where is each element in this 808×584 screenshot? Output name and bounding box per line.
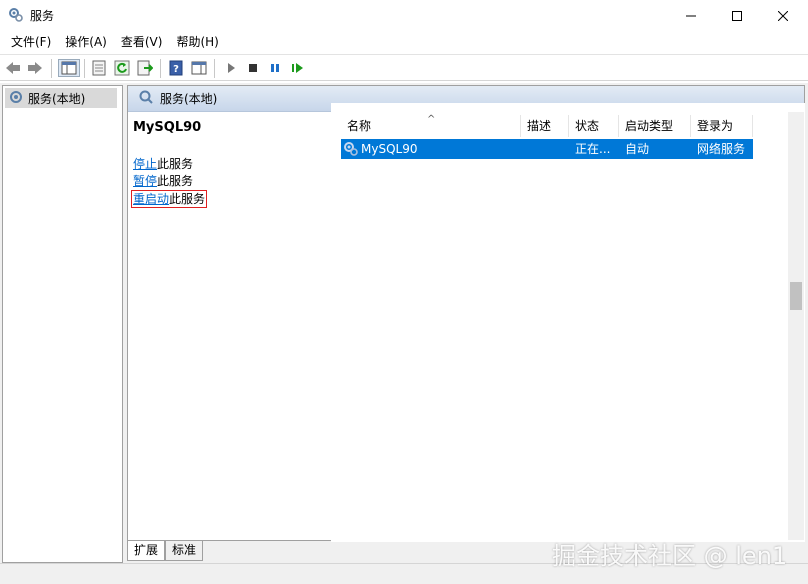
tab-standard[interactable]: 标准 bbox=[165, 541, 204, 561]
action-pause: 暂停此服务 bbox=[133, 174, 194, 188]
show-tree-icon[interactable] bbox=[58, 59, 80, 77]
selected-service-name: MySQL90 bbox=[133, 120, 202, 135]
console-tree: 服务(本地) bbox=[2, 85, 123, 563]
menu-action[interactable]: 操作(A) bbox=[58, 31, 114, 53]
column-description[interactable]: 描述 bbox=[521, 115, 569, 137]
menu-bar: 文件(F) 操作(A) 查看(V) 帮助(H) bbox=[0, 31, 808, 53]
menu-file[interactable]: 文件(F) bbox=[4, 31, 58, 53]
back-arrow-icon[interactable] bbox=[4, 59, 22, 77]
vertical-scrollbar[interactable] bbox=[788, 112, 804, 540]
menu-help[interactable]: 帮助(H) bbox=[169, 31, 225, 53]
column-startup-type[interactable]: 启动类型 bbox=[619, 115, 691, 137]
action-pane-icon[interactable] bbox=[190, 59, 208, 77]
column-name[interactable]: ^ 名称 bbox=[341, 114, 521, 137]
scrollbar-thumb[interactable] bbox=[790, 282, 802, 310]
stop-service-link[interactable]: 停止 bbox=[133, 157, 157, 171]
menu-view[interactable]: 查看(V) bbox=[114, 31, 170, 53]
row-service-name: MySQL90 bbox=[361, 142, 418, 156]
tree-item-services-local[interactable]: 服务(本地) bbox=[5, 88, 117, 108]
pause-service-link[interactable]: 暂停 bbox=[133, 174, 157, 188]
column-status[interactable]: 状态 bbox=[569, 115, 619, 137]
service-gear-icon bbox=[343, 141, 359, 159]
watermark: 掘金技术社区 @ len1 bbox=[552, 542, 788, 570]
row-description bbox=[521, 139, 569, 159]
services-gear-icon bbox=[8, 89, 24, 108]
row-startup-type: 自动 bbox=[625, 142, 650, 156]
tab-extended[interactable]: 扩展 bbox=[127, 541, 166, 561]
tree-item-label: 服务(本地) bbox=[28, 91, 86, 106]
close-button[interactable] bbox=[760, 0, 806, 31]
maximize-button[interactable] bbox=[714, 0, 760, 31]
action-stop: 停止此服务 bbox=[133, 157, 194, 171]
toolbar: ? bbox=[0, 54, 808, 81]
export-list-icon[interactable] bbox=[136, 59, 154, 77]
services-list: ^ 名称 描述 状态 启动类型 登录为 MySQL90 正在... 自动 网络服… bbox=[331, 103, 805, 542]
sort-ascending-icon: ^ bbox=[427, 114, 436, 125]
start-service-icon[interactable] bbox=[222, 59, 240, 77]
table-row[interactable]: MySQL90 正在... 自动 网络服务 bbox=[341, 139, 753, 159]
title-bar: 服务 bbox=[0, 0, 808, 31]
window-title: 服务 bbox=[30, 9, 55, 23]
restart-service-icon[interactable] bbox=[289, 59, 307, 77]
minimize-button[interactable] bbox=[668, 0, 714, 31]
pause-service-icon[interactable] bbox=[266, 59, 284, 77]
pane-header-label: 服务(本地) bbox=[160, 92, 218, 106]
row-status: 正在... bbox=[575, 142, 611, 156]
properties-icon[interactable] bbox=[90, 59, 108, 77]
list-header: ^ 名称 描述 状态 启动类型 登录为 bbox=[341, 114, 753, 137]
help-icon[interactable]: ? bbox=[167, 59, 185, 77]
column-logon-as[interactable]: 登录为 bbox=[691, 115, 753, 137]
services-pane: 服务(本地) MySQL90 停止此服务 暂停此服务 重启动此服务 ^ 名称 描… bbox=[127, 85, 805, 542]
action-restart: 重启动此服务 bbox=[131, 190, 208, 208]
view-tabs: 扩展 标准 bbox=[127, 541, 204, 561]
forward-arrow-icon[interactable] bbox=[26, 59, 44, 77]
services-gear-icon bbox=[8, 7, 24, 23]
stop-service-icon[interactable] bbox=[244, 59, 262, 77]
restart-service-link[interactable]: 重启动 bbox=[133, 192, 169, 206]
magnifier-icon bbox=[138, 89, 154, 108]
service-description-panel: MySQL90 停止此服务 暂停此服务 重启动此服务 bbox=[131, 120, 328, 208]
refresh-icon[interactable] bbox=[113, 59, 131, 77]
row-logon-as: 网络服务 bbox=[697, 142, 746, 156]
svg-text:?: ? bbox=[173, 64, 179, 75]
